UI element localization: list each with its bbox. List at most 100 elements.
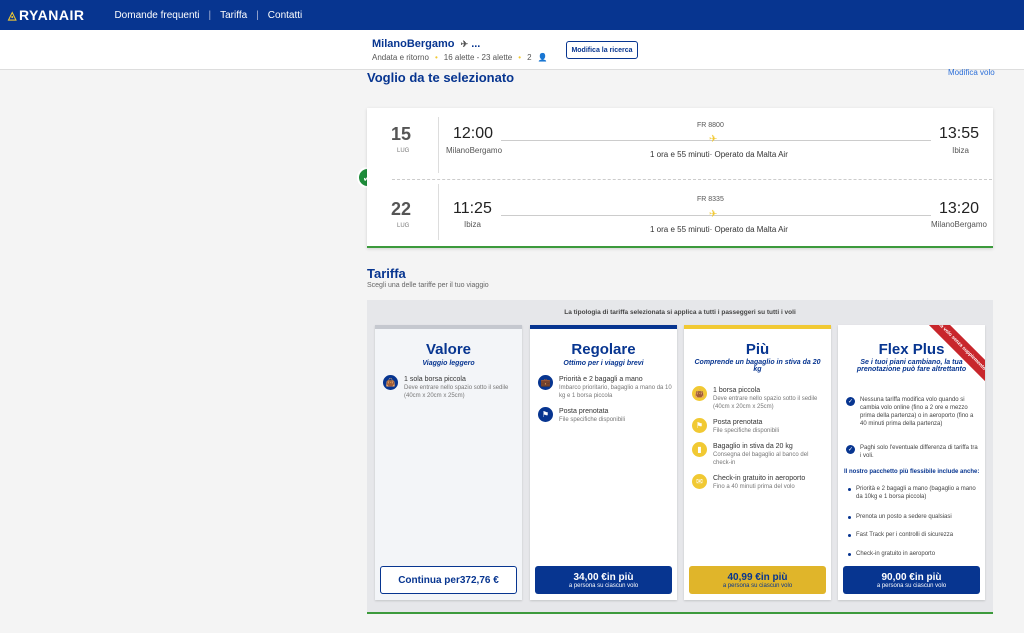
fare-name: Valore [425,341,472,358]
benefit-text: Nessuna tariffa modifica volo quando si … [860,397,974,427]
small-bag-icon: 👜 [692,386,707,401]
feature-subtext: File specifiche disponibili [559,417,626,423]
select-regolare-button[interactable]: 34,00 €in più a persona su ciascun volo [535,566,672,594]
package-item: Fast Track per i controlli di sicurezza [848,531,978,539]
fare-name: Regolare [571,341,636,358]
outbound-flight[interactable]: 15 LUG 12:00 MilanoBergamo FR 8800 ✈ 1 o… [367,108,993,178]
departure-city: MilanoBergamo [446,146,503,155]
priority-bags-icon: 💼 [538,375,553,390]
divider [438,117,439,173]
fare-card-piu[interactable]: Più Comprende un bagaglio in stiva da 20… [684,325,831,600]
search-summary-bar: MilanoBergamo ✈ ... Andata e ritorno • 1… [0,30,1024,70]
fare-feature: 👜 1 borsa piccola Deve entrare nello spa… [692,386,826,411]
fare-tagline: Ottimo per i viaggi brevi [563,360,644,367]
plane-icon: ✈ [460,39,469,49]
continue-valore-button[interactable]: Continua per372,76 € [380,566,517,594]
fare-feature: ⚑ Posta prenotata File specifiche dispon… [538,407,672,424]
tariff-panel: La tipologia di tariffa selezionata si a… [367,300,993,614]
fare-feature: 👜 1 sola borsa piccola Deve entrare nell… [383,375,517,400]
feature-text: Bagaglio in stiva da 20 kg Consegna del … [713,442,826,467]
trip-type: Andata e ritorno [372,53,429,62]
feature-text: 1 sola borsa piccola Deve entrare nello … [404,375,517,400]
arrival-time: 13:55 [939,125,980,142]
feature-subtext: Deve entrare nello spazio sotto il sedil… [404,385,509,399]
plane-icon: ✈ [709,134,718,145]
seat-icon: ⚑ [692,418,707,433]
feature-title: 1 borsa piccola [713,387,761,394]
package-item: Priorità e 2 bagagli a mano (bagaglio a … [848,485,978,501]
flight-number: FR 8800 [697,122,724,129]
fare-tagline: Viaggio leggero [422,360,475,367]
flight-month: LUG [397,148,410,154]
origin-city: MilanoBergamo [372,38,455,50]
passenger-count: 2 [527,53,532,62]
bullet [848,553,851,556]
select-flex-plus-button[interactable]: 90,00 €in più a persona su ciascun volo [843,566,980,594]
cta-subtext: a persona su ciascun volo [876,582,947,589]
ryanair-logo[interactable]: ◬ RYANAIR [8,7,84,23]
flight-month: LUG [397,223,410,229]
fare-name: Più [745,341,770,358]
fare-feature: ▮ Bagaglio in stiva da 20 kg Consegna de… [692,442,826,467]
nav-item-contacts[interactable]: Contatti [268,10,302,21]
flight-day: 15 [391,124,412,144]
bullet [848,534,851,537]
feature-title: Priorità e 2 bagagli a mano [559,376,643,383]
route-details: Andata e ritorno • 16 alette - 23 alette… [372,53,547,62]
select-piu-button[interactable]: 40,99 €in più a persona su ciascun volo [689,566,826,594]
flex-benefit: ✓ Nessuna tariffa modifica volo quando s… [846,396,980,428]
arrival-city: Ibiza [952,146,969,155]
checked-bag-icon: ▮ [692,442,707,457]
cta-price: 90,00 €in più [881,571,942,583]
top-navigation-bar: ◬ RYANAIR Domande frequenti | Tariffa | … [0,0,1024,30]
main-nav: Domande frequenti | Tariffa | Contatti [114,10,302,21]
feature-text: Check-in gratuito in aeroporto Fino a 40… [713,474,805,491]
feature-subtext: Imbarco prioritario, bagaglio a mano da … [559,385,672,399]
dot-separator: • [434,53,438,62]
feature-title: Posta prenotata [713,419,763,426]
modify-search-button[interactable]: Modifica la ricerca [566,41,638,59]
selected-flights-title: Voglio da te selezionato [367,70,515,85]
feature-title: Posta prenotata [559,408,609,415]
bullet [848,488,851,491]
cta-price: 40,99 €in più [727,571,788,583]
tariff-title: Tariffa [367,266,406,281]
feature-title: 1 sola borsa piccola [404,376,466,383]
feature-subtext: File specifiche disponibili [713,428,780,434]
fare-card-flex-plus[interactable]: Cambia volo senza supplemento Flex Plus … [838,325,985,600]
plane-icon: ✈ [709,209,718,220]
benefit-text: Paghi solo l'eventuale differenza di tar… [860,445,978,459]
flight-operator: Operato da Malta Air [714,225,788,234]
nav-item-faq[interactable]: Domande frequenti [114,10,199,21]
feature-title: Check-in gratuito in aeroporto [713,475,806,482]
tariff-note: La tipologia di tariffa selezionata si a… [564,309,796,316]
destination-truncated: ... [471,38,481,50]
check-icon: ✓ [846,397,855,406]
return-flight[interactable]: 22 LUG 11:25 Ibiza FR 8335 ✈ 1 ora e 55 … [367,178,993,248]
modify-flight-link[interactable]: Modifica volo [948,68,995,77]
nav-divider: | [256,9,259,21]
route-title: MilanoBergamo ✈ ... [372,38,480,50]
fare-accent-bar [375,325,522,329]
small-bag-icon: 👜 [383,375,398,390]
feature-subtext: Deve entrare nello spazio sotto il sedil… [713,396,818,410]
cta-price: Continua per372,76 € [398,574,499,586]
feature-text: Posta prenotata File specifiche disponib… [713,418,779,435]
flight-info: 1 ora e 55 minuti· Operato da Malta Air [650,150,788,159]
fare-card-regolare[interactable]: Regolare Ottimo per i viaggi brevi 💼 Pri… [530,325,677,600]
package-title: Il nostro pacchetto più flessibile inclu… [844,469,980,475]
selected-flights-card: 15 LUG 12:00 MilanoBergamo FR 8800 ✈ 1 o… [367,108,993,248]
nav-item-tariff[interactable]: Tariffa [220,10,247,21]
fare-name: Flex Plus [878,341,945,358]
feature-title: Bagaglio in stiva da 20 kg [713,443,793,450]
cta-subtext: a persona su ciascun volo [568,582,639,589]
fare-card-valore[interactable]: Valore Viaggio leggero 👜 1 sola borsa pi… [375,325,522,600]
departure-city: Ibiza [464,220,481,229]
fare-tagline: Comprende un bagaglio in stiva da 20 kg [694,359,821,373]
person-icon: 👤 [537,53,548,62]
flight-info: 1 ora e 55 minuti· Operato da Malta Air [650,225,788,234]
logo-text: RYANAIR [18,7,85,23]
feature-subtext: Fino a 40 minuti prima del volo [713,484,795,490]
feature-text: Priorità e 2 bagagli a mano Imbarco prio… [559,375,672,400]
seat-icon: ⚑ [538,407,553,422]
